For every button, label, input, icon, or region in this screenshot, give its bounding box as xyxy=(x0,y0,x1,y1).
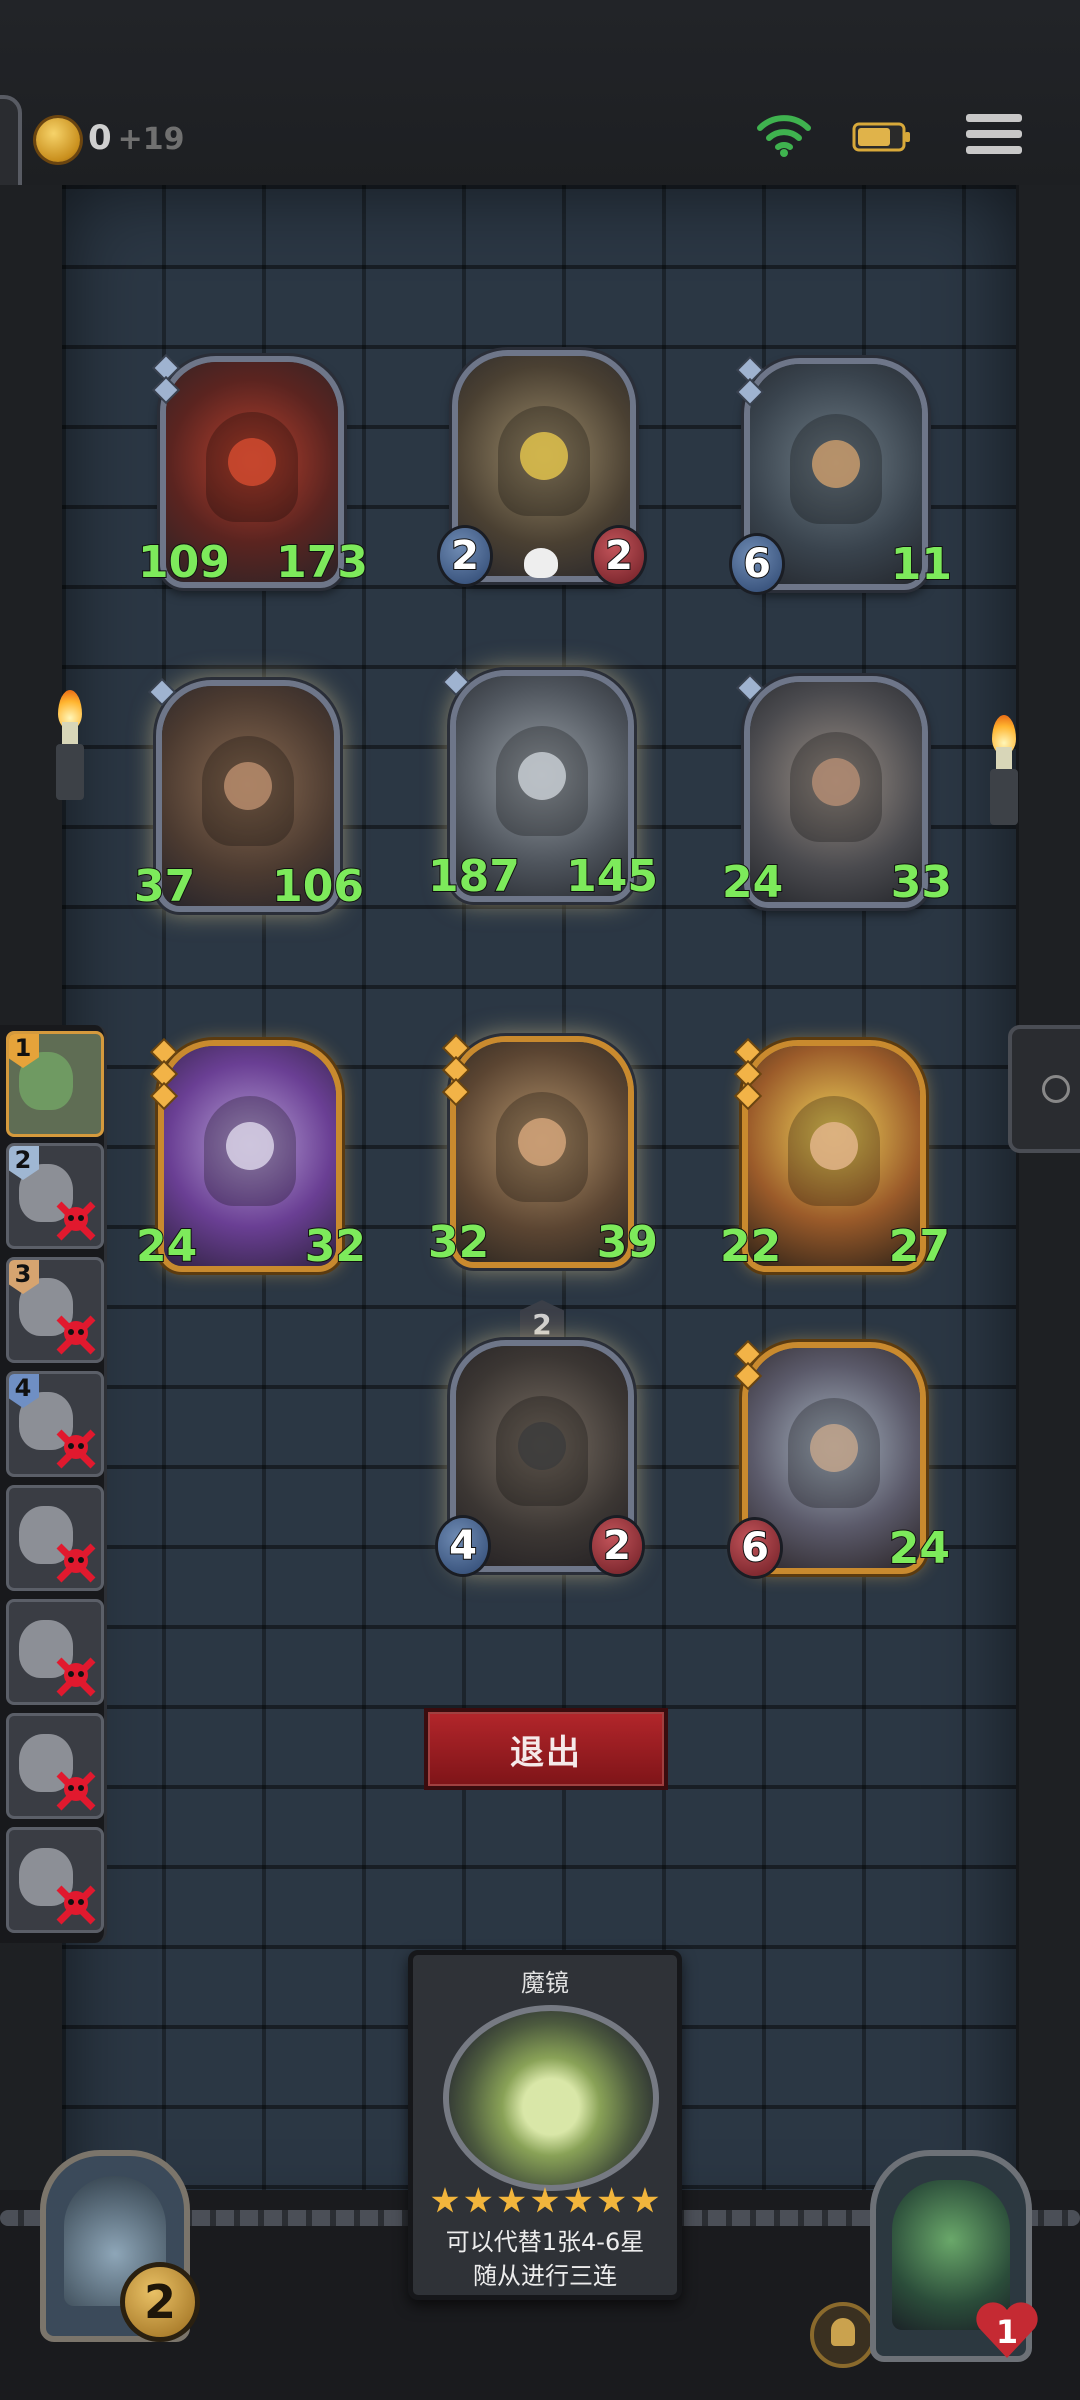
skull-icon xyxy=(56,1543,96,1583)
bell-icon[interactable] xyxy=(810,2302,876,2368)
coin-icon xyxy=(36,118,80,162)
minion-attack: 24 xyxy=(721,856,784,909)
torch-icon xyxy=(50,690,90,800)
board-side-knob[interactable] xyxy=(1008,1025,1080,1153)
roster-player-6[interactable] xyxy=(6,1599,104,1705)
roster-player-4[interactable]: 4 xyxy=(6,1371,104,1477)
player-minion-explorer[interactable]: 32 39 xyxy=(427,1036,659,1269)
roster-player-3[interactable]: 3 xyxy=(6,1257,104,1363)
minion-attack: 6 xyxy=(732,536,782,592)
roster-player-1[interactable]: 1 xyxy=(6,1031,104,1137)
minion-health: 2 xyxy=(594,528,644,584)
player-minion-dark-knight[interactable]: 2 4 2 xyxy=(438,1300,642,1574)
right-wall xyxy=(1016,185,1080,2235)
minion-health: 2 xyxy=(592,1518,642,1574)
player-minion-demon-beast[interactable]: 6 24 xyxy=(730,1342,951,1576)
star-icon xyxy=(431,2187,459,2213)
roster-player-7[interactable] xyxy=(6,1713,104,1819)
opponent-minion-dragon[interactable]: 109 173 xyxy=(137,356,369,589)
minion-attack: 22 xyxy=(719,1220,782,1273)
opponent-minion-ogre[interactable]: 37 106 xyxy=(133,680,365,913)
skull-icon xyxy=(524,548,558,578)
roster-player-5[interactable] xyxy=(6,1485,104,1591)
tavern-tier-badge: 2 xyxy=(120,2262,200,2342)
coin-counter: 0 +19 xyxy=(88,118,185,158)
minion-attack: 32 xyxy=(427,1216,490,1269)
star-icon xyxy=(531,2187,559,2213)
minion-attack: 37 xyxy=(133,860,196,913)
player-minion-golden-sage[interactable]: 22 27 xyxy=(719,1040,951,1273)
skull-icon xyxy=(56,1657,96,1697)
menu-icon[interactable] xyxy=(966,110,1022,162)
minion-attack: 187 xyxy=(427,850,521,903)
opponent-minion-spearboy[interactable]: 6 11 xyxy=(732,358,953,592)
roster-player-2[interactable]: 2 xyxy=(6,1143,104,1249)
player-minion-shadow-dragon[interactable]: 24 32 xyxy=(135,1040,367,1273)
star-rating xyxy=(431,2187,659,2215)
spell-desc-line1: 可以代替1张4-6星 xyxy=(445,2228,645,2256)
spell-card-description: 可以代替1张4-6星 随从进行三连 xyxy=(413,2225,677,2293)
star-icon xyxy=(631,2187,659,2213)
opponent-minion-bearded-warrior[interactable]: 24 33 xyxy=(721,676,953,909)
minion-health: 145 xyxy=(565,850,659,903)
opponent-minion-knight[interactable]: 187 145 xyxy=(427,670,659,903)
roster-player-8[interactable] xyxy=(6,1827,104,1933)
minion-health: 32 xyxy=(304,1220,367,1273)
wifi-icon xyxy=(757,115,811,157)
player-roster: 1 2 3 4 xyxy=(0,1025,107,1943)
exit-button[interactable]: 退出 xyxy=(424,1708,668,1790)
spell-card-magic-mirror[interactable]: 魔镜 可以代替1张4-6星 随从进行三连 xyxy=(408,1950,682,2300)
skull-icon xyxy=(56,1315,96,1355)
star-icon xyxy=(598,2187,626,2213)
spell-card-title: 魔镜 xyxy=(521,1969,569,1997)
spell-desc-line2: 随从进行三连 xyxy=(473,2262,617,2290)
star-icon xyxy=(464,2187,492,2213)
star-icon xyxy=(498,2187,526,2213)
magic-mirror-art xyxy=(443,2005,659,2191)
skull-icon xyxy=(56,1885,96,1925)
top-bar: 0 +19 xyxy=(0,0,1080,263)
minion-health: 33 xyxy=(890,856,953,909)
minion-health: 24 xyxy=(888,1522,951,1575)
coin-amount: 0 xyxy=(88,118,112,158)
minion-health: 173 xyxy=(275,536,369,589)
opponent-minion-puppet[interactable]: 2 2 xyxy=(440,350,644,584)
minion-attack: 2 xyxy=(440,528,490,584)
minion-attack: 24 xyxy=(135,1220,198,1273)
skull-icon xyxy=(56,1771,96,1811)
coin-income: +19 xyxy=(117,122,185,157)
minion-attack: 4 xyxy=(438,1518,488,1574)
minion-attack: 109 xyxy=(137,536,231,589)
star-icon xyxy=(564,2187,592,2213)
minion-attack: 6 xyxy=(730,1520,780,1576)
torch-icon xyxy=(984,715,1024,825)
skull-icon xyxy=(56,1201,96,1241)
minion-health: 11 xyxy=(890,538,953,591)
battery-icon xyxy=(852,122,910,152)
minion-health: 39 xyxy=(596,1216,659,1269)
minion-health: 106 xyxy=(271,860,365,913)
skull-icon xyxy=(56,1429,96,1469)
minion-health: 27 xyxy=(888,1220,951,1273)
